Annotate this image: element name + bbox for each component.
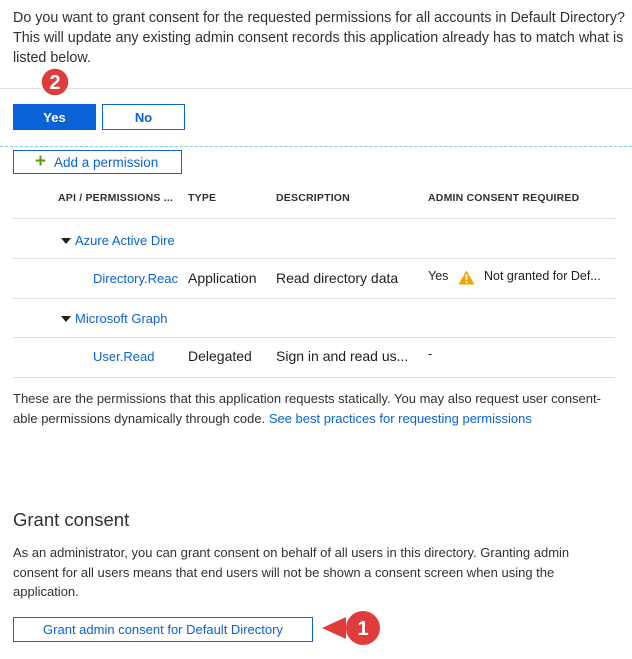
divider (13, 337, 615, 338)
divider (13, 377, 615, 378)
yes-button[interactable]: Yes (13, 104, 96, 130)
group-row-microsoft-graph[interactable]: Microsoft Graph (61, 311, 167, 326)
permission-link[interactable]: Directory.Reac (93, 271, 178, 286)
divider (13, 218, 615, 219)
column-header-type: TYPE (188, 192, 217, 204)
step-1-number: 1 (357, 618, 368, 640)
column-header-description: DESCRIPTION (276, 192, 350, 204)
column-header-api: API / PERMISSIONS ... (58, 192, 174, 204)
section-title: Grant consent (13, 509, 130, 530)
best-practices-link[interactable]: See best practices for requesting permis… (269, 411, 532, 426)
consent-message: Do you want to grant consent for the req… (13, 10, 625, 66)
add-permission-label: Add a permission (54, 154, 159, 170)
column-header-admin-consent: ADMIN CONSENT REQUIRED (428, 192, 580, 204)
step-2-callout: 2 (36, 66, 74, 98)
add-permission-button[interactable]: + Add a permission (13, 150, 182, 174)
divider (13, 258, 615, 259)
permission-description: Read directory data (276, 270, 399, 286)
warning-icon (458, 270, 475, 285)
permission-type: Application (188, 270, 257, 286)
permissions-info-text: These are the permissions that this appl… (13, 389, 613, 429)
grant-admin-consent-button[interactable]: Grant admin consent for Default Director… (13, 617, 313, 642)
consent-status: Not granted for Def... (484, 269, 601, 283)
group-row-azure-active-directory[interactable]: Azure Active Dire (61, 233, 175, 248)
no-button[interactable]: No (102, 104, 185, 130)
group-name: Azure Active Dire (75, 233, 175, 248)
permission-description: Sign in and read us... (276, 348, 409, 364)
admin-consent-value: - (428, 347, 433, 361)
panel-edge (0, 146, 632, 147)
permission-link[interactable]: User.Read (93, 349, 178, 364)
step-2-number: 2 (49, 72, 60, 94)
section-description: As an administrator, you can grant conse… (13, 545, 570, 599)
triangle-down-icon (61, 315, 71, 322)
triangle-down-icon (61, 237, 71, 244)
divider (13, 298, 615, 299)
permission-type: Delegated (188, 348, 252, 364)
step-1-callout: 1 (320, 608, 382, 648)
consent-confirmation-panel: Do you want to grant consent for the req… (0, 0, 632, 145)
admin-consent-value: Yes (428, 269, 449, 283)
plus-icon: + (35, 151, 47, 172)
group-name: Microsoft Graph (75, 311, 168, 326)
divider (0, 88, 632, 89)
